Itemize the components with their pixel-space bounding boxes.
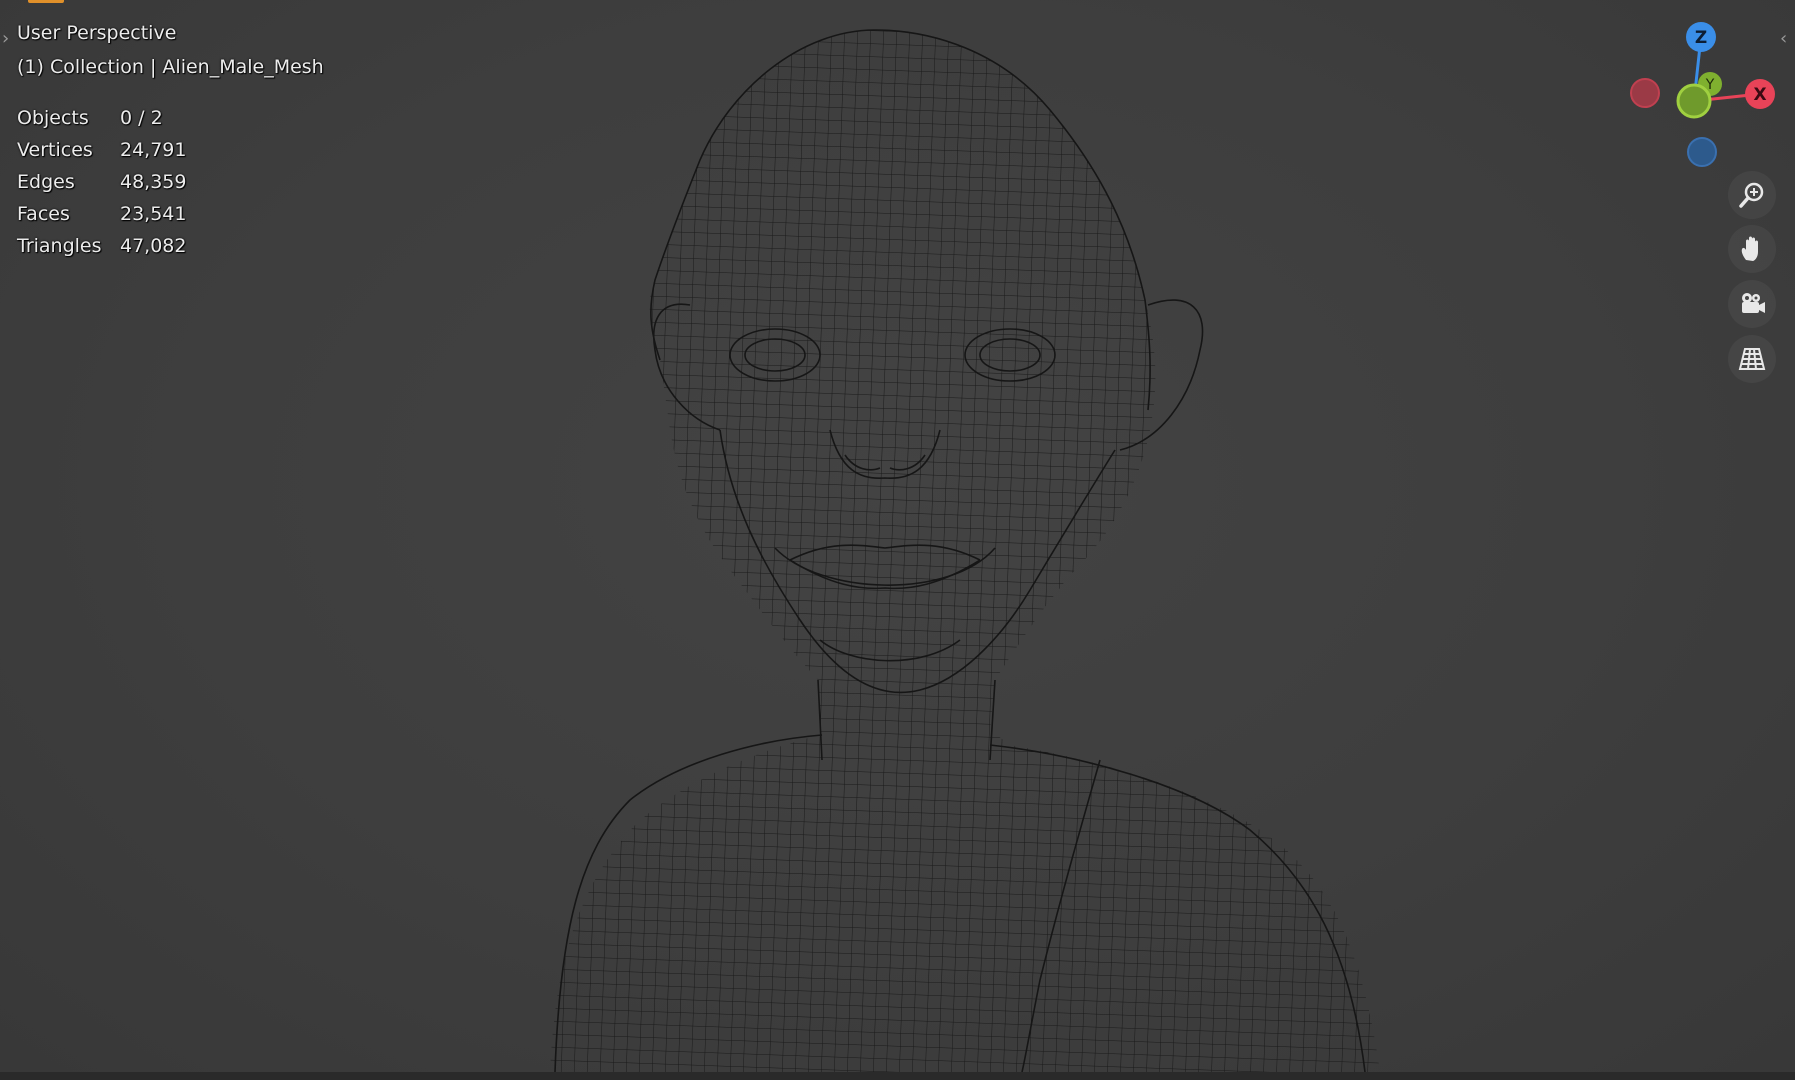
- zoom-button[interactable]: [1728, 171, 1776, 219]
- neg-y-axis-handle[interactable]: [1676, 83, 1712, 119]
- stat-label: Vertices: [17, 139, 93, 161]
- navigation-gizmo[interactable]: Y Z X: [1620, 18, 1790, 178]
- zoom-icon: [1739, 182, 1764, 208]
- stat-value: 24,791: [120, 139, 187, 161]
- stat-value: 0 / 2: [120, 107, 163, 129]
- z-axis-label: Z: [1695, 28, 1707, 48]
- pan-button[interactable]: [1728, 225, 1776, 273]
- wireframe-mesh: [550, 29, 1380, 1072]
- x-axis-label: X: [1753, 85, 1766, 105]
- stat-label: Faces: [17, 203, 70, 225]
- ortho-toggle-button[interactable]: [1728, 335, 1776, 383]
- stat-value: 47,082: [120, 235, 187, 257]
- view-name-label: User Perspective: [17, 22, 177, 44]
- pan-hand-icon: [1741, 236, 1758, 261]
- neg-z-axis-handle[interactable]: [1687, 137, 1717, 167]
- collection-label: (1) Collection | Alien_Male_Mesh: [17, 56, 324, 78]
- ortho-grid-icon: [1738, 348, 1766, 370]
- neg-x-axis-handle[interactable]: [1630, 78, 1660, 108]
- 3d-viewport[interactable]: › ‹ User Perspective (1) Collection | Al…: [0, 0, 1795, 1072]
- camera-view-button[interactable]: [1728, 280, 1776, 328]
- stat-value: 48,359: [120, 171, 187, 193]
- stat-value: 23,541: [120, 203, 187, 225]
- stat-label: Edges: [17, 171, 75, 193]
- stat-label: Triangles: [17, 235, 102, 257]
- camera-icon: [1742, 293, 1765, 313]
- stat-label: Objects: [17, 107, 89, 129]
- viewport-bottom-border: [0, 1072, 1795, 1080]
